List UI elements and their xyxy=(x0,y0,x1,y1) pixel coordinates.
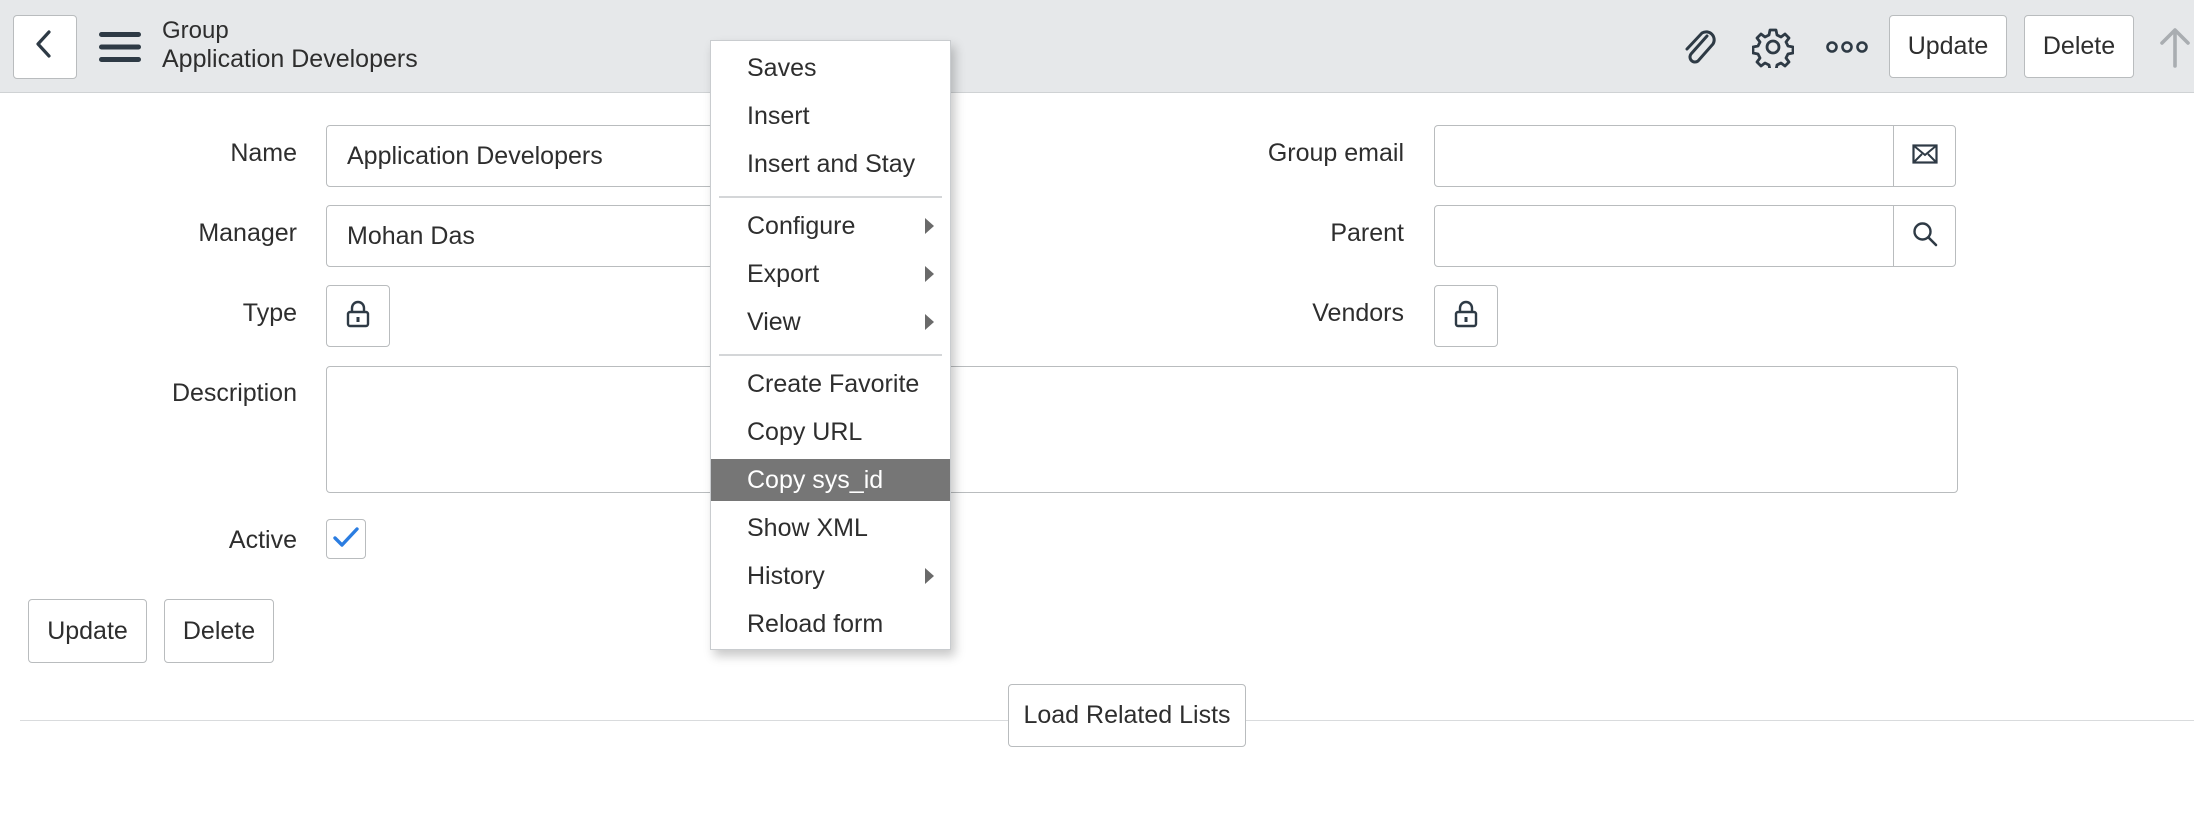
header-update-button[interactable]: Update xyxy=(1889,15,2007,78)
load-related-lists-button[interactable]: Load Related Lists xyxy=(1008,684,1246,747)
menu-item-reload-form[interactable]: Reload form xyxy=(711,603,950,645)
menu-item-copy-url[interactable]: Copy URL xyxy=(711,411,950,453)
menu-item-configure[interactable]: Configure xyxy=(711,205,950,247)
search-icon xyxy=(1912,221,1938,252)
paperclip-icon[interactable] xyxy=(1676,24,1722,70)
description-label: Description xyxy=(171,379,297,407)
name-label: Name xyxy=(230,139,297,167)
envelope-icon xyxy=(1911,143,1938,169)
checkmark-icon xyxy=(332,525,360,554)
record-name-label: Application Developers xyxy=(162,45,418,73)
send-email-button[interactable] xyxy=(1893,125,1956,187)
form-header: Group Application Developers Update Dele… xyxy=(0,0,2194,93)
submenu-arrow-icon xyxy=(925,218,934,234)
manager-field[interactable]: Mohan Das xyxy=(326,205,726,267)
delete-button[interactable]: Delete xyxy=(164,599,274,663)
vendors-lock-button[interactable] xyxy=(1434,285,1498,347)
menu-item-show-xml[interactable]: Show XML xyxy=(711,507,950,549)
vendors-label: Vendors xyxy=(1312,299,1404,327)
back-button[interactable] xyxy=(13,15,77,79)
type-lock-button[interactable] xyxy=(326,285,390,347)
header-delete-button[interactable]: Delete xyxy=(2024,15,2134,78)
context-menu: Saves Insert Insert and Stay Configure E… xyxy=(710,40,951,650)
more-options-icon[interactable] xyxy=(1824,30,1870,64)
menu-item-copy-sys-id[interactable]: Copy sys_id xyxy=(711,459,950,501)
lock-icon xyxy=(1454,300,1478,333)
submenu-arrow-icon xyxy=(925,266,934,282)
menu-item-view[interactable]: View xyxy=(711,301,950,343)
name-field[interactable]: Application Developers xyxy=(326,125,726,187)
hamburger-menu-icon[interactable] xyxy=(98,28,142,66)
back-icon xyxy=(32,29,58,66)
menu-item-create-favorite[interactable]: Create Favorite xyxy=(711,363,950,405)
description-field[interactable] xyxy=(326,366,1958,493)
active-label: Active xyxy=(228,526,297,554)
group-email-label: Group email xyxy=(1267,139,1404,167)
gear-icon[interactable] xyxy=(1750,24,1796,70)
menu-item-insert-and-stay[interactable]: Insert and Stay xyxy=(711,143,950,185)
parent-field[interactable] xyxy=(1434,205,1894,267)
submenu-arrow-icon xyxy=(925,314,934,330)
type-label: Type xyxy=(242,299,297,327)
menu-item-export[interactable]: Export xyxy=(711,253,950,295)
menu-separator xyxy=(719,354,942,356)
submenu-arrow-icon xyxy=(925,568,934,584)
update-button[interactable]: Update xyxy=(28,599,147,663)
parent-label: Parent xyxy=(1330,219,1404,247)
lock-icon xyxy=(346,300,370,333)
manager-label: Manager xyxy=(198,219,297,247)
menu-separator xyxy=(719,196,942,198)
scroll-up-arrow-icon[interactable] xyxy=(2156,24,2194,70)
menu-item-insert[interactable]: Insert xyxy=(711,95,950,137)
active-checkbox[interactable] xyxy=(326,519,366,559)
parent-lookup-button[interactable] xyxy=(1893,205,1956,267)
group-email-field[interactable] xyxy=(1434,125,1894,187)
record-title: Group Application Developers xyxy=(162,16,418,74)
menu-item-history[interactable]: History xyxy=(711,555,950,597)
record-type-label: Group xyxy=(162,17,229,44)
menu-item-saves[interactable]: Saves xyxy=(711,47,950,89)
